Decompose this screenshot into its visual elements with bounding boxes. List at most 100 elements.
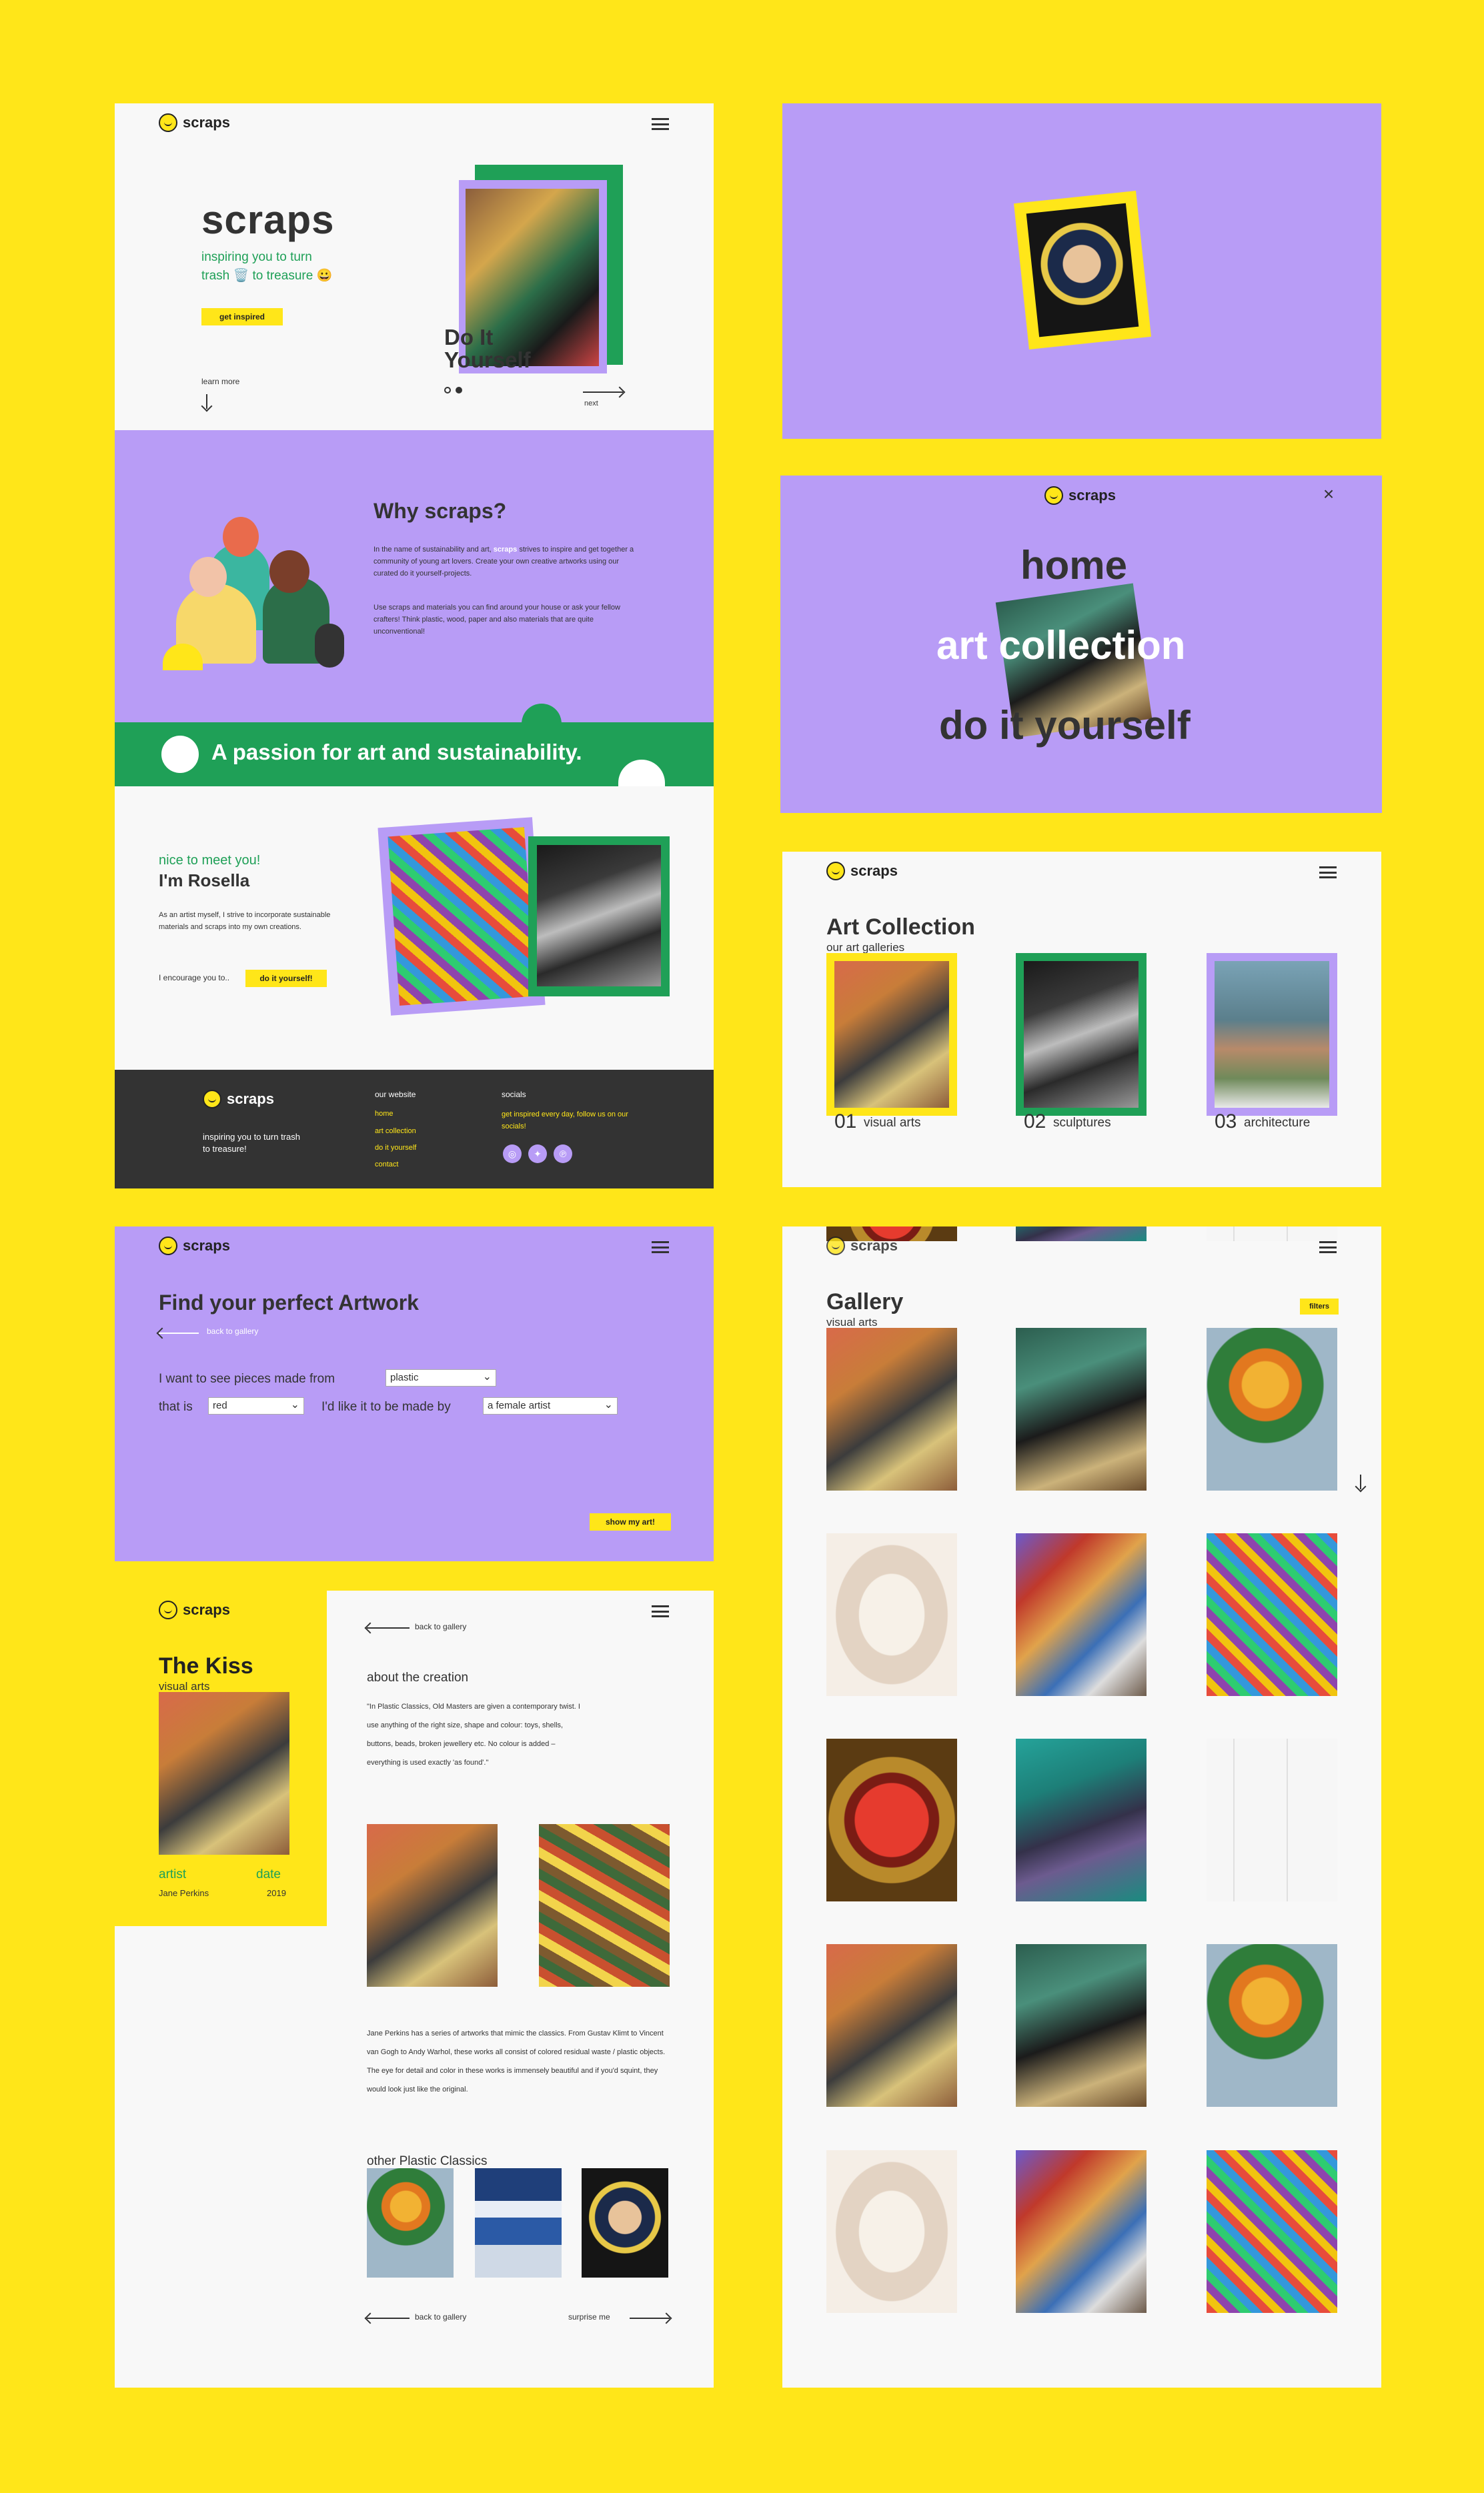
gallery-thumb[interactable] xyxy=(1016,1533,1147,1696)
why-paragraph-1: In the name of sustainability and art, s… xyxy=(374,546,634,578)
logo[interactable]: scraps xyxy=(159,1601,230,1619)
logo[interactable]: scraps xyxy=(159,113,230,132)
learn-more-link[interactable]: learn more xyxy=(201,377,239,386)
detail-back-link[interactable]: back to gallery xyxy=(415,1622,466,1631)
back-arrow-icon[interactable] xyxy=(367,1627,410,1629)
back-arrow-icon-2[interactable] xyxy=(367,2318,410,2319)
footer-link-home[interactable]: home xyxy=(375,1110,394,1118)
other-image-3 xyxy=(582,2168,668,2278)
category-image-architecture[interactable] xyxy=(1215,961,1329,1108)
menu-item-home[interactable]: home xyxy=(1020,542,1127,588)
gallery-thumb[interactable] xyxy=(1016,1328,1147,1491)
diy-button[interactable]: do it yourself! xyxy=(245,970,327,987)
menu-icon[interactable] xyxy=(1319,1241,1337,1253)
next-link[interactable]: next xyxy=(584,399,598,407)
gallery-thumb[interactable] xyxy=(826,1944,957,2107)
gallery-thumb[interactable] xyxy=(1016,1944,1147,2107)
other-image-1 xyxy=(367,2168,454,2278)
material-select[interactable]: plastic xyxy=(386,1369,496,1387)
logo-icon xyxy=(1044,486,1063,505)
gallery-thumb-partial-2[interactable] xyxy=(1016,1226,1147,1241)
gallery-thumb[interactable] xyxy=(1207,1739,1337,1901)
slide-dot-1[interactable] xyxy=(444,387,451,393)
maker-select[interactable]: a female artist xyxy=(483,1397,618,1415)
pinterest-icon[interactable]: ℗ xyxy=(554,1144,572,1163)
logo[interactable]: scraps xyxy=(826,1236,898,1255)
gallery-thumb-partial-3[interactable] xyxy=(1207,1226,1337,1241)
back-arrow-icon[interactable] xyxy=(159,1333,199,1334)
home-screen: scraps scraps inspiring you to turn tras… xyxy=(115,103,714,430)
logo-icon xyxy=(203,1090,221,1108)
category-label-2[interactable]: sculptures xyxy=(1053,1116,1111,1130)
slide-caption-1: Do It xyxy=(444,325,494,349)
about-paragraph: As an artist myself, I strive to incorpo… xyxy=(159,911,331,931)
menu-item-diy[interactable]: do it yourself xyxy=(939,702,1191,748)
menu-icon[interactable] xyxy=(652,1241,669,1253)
banner: A passion for art and sustainability. xyxy=(115,722,714,786)
gallery-thumb[interactable] xyxy=(1207,1944,1337,2107)
footer-link-diy[interactable]: do it yourself xyxy=(375,1144,416,1152)
color-select[interactable]: red xyxy=(208,1397,304,1415)
collection-title: Art Collection xyxy=(826,914,975,940)
gallery-thumb[interactable] xyxy=(1016,1739,1147,1901)
date-label: date xyxy=(256,1867,281,1881)
gallery-subtitle: visual arts xyxy=(826,1316,878,1329)
slide-dot-2[interactable] xyxy=(456,387,462,393)
gallery-thumb[interactable] xyxy=(1207,1533,1337,1696)
menu-icon[interactable] xyxy=(1319,866,1337,878)
gallery-thumb[interactable] xyxy=(1207,2150,1337,2313)
close-icon[interactable]: × xyxy=(1321,485,1337,504)
category-image-visual[interactable] xyxy=(834,961,949,1108)
menu-icon[interactable] xyxy=(652,118,669,130)
gallery-thumb[interactable] xyxy=(826,1739,957,1901)
get-inspired-button[interactable]: get inspired xyxy=(201,308,283,325)
category-num-3: 03 xyxy=(1215,1110,1237,1132)
footer-link-collection[interactable]: art collection xyxy=(375,1127,416,1135)
menu-icon[interactable] xyxy=(652,1605,669,1617)
twitter-icon[interactable]: ✦ xyxy=(528,1144,547,1163)
category-label-3[interactable]: architecture xyxy=(1244,1116,1310,1130)
logo[interactable]: scraps xyxy=(1044,486,1116,505)
finder-back-link[interactable]: back to gallery xyxy=(207,1327,258,1336)
banner-text: A passion for art and sustainability. xyxy=(211,740,582,764)
artwork-title: The Kiss xyxy=(159,1653,253,1679)
gallery-thumb[interactable] xyxy=(1016,2150,1147,2313)
finder-line-1: I want to see pieces made from xyxy=(159,1372,335,1386)
show-my-art-button[interactable]: show my art! xyxy=(590,1513,671,1531)
logo-text: scraps xyxy=(850,1237,898,1254)
footer-link-contact[interactable]: contact xyxy=(375,1160,398,1168)
collection-subtitle: our art galleries xyxy=(826,941,905,954)
other-classics-heading: other Plastic Classics xyxy=(367,2154,488,2168)
menu-item-collection[interactable]: art collection xyxy=(936,622,1185,668)
logo[interactable]: scraps xyxy=(826,862,898,880)
creation-image-1 xyxy=(367,1824,498,1987)
about-section: nice to meet you! I'm Rosella As an arti… xyxy=(115,786,714,1070)
category-image-sculpture[interactable] xyxy=(1024,961,1139,1108)
artwork-category: visual arts xyxy=(159,1680,210,1693)
logo-text: scraps xyxy=(850,862,898,879)
about-greeting: nice to meet you! xyxy=(159,853,261,868)
gallery-thumb[interactable] xyxy=(826,1328,957,1491)
illustration-people xyxy=(163,510,363,677)
gallery-thumb[interactable] xyxy=(1207,1328,1337,1491)
about-name: I'm Rosella xyxy=(159,870,250,890)
gallery-thumb[interactable] xyxy=(826,2150,957,2313)
gallery-thumb[interactable] xyxy=(826,1533,957,1696)
logo-icon xyxy=(159,1236,177,1255)
scroll-down-head xyxy=(1355,1481,1367,1493)
artwork-date: 2019 xyxy=(267,1888,286,1898)
logo[interactable]: scraps xyxy=(159,1236,230,1255)
hero-tagline-2: trash 🗑️ to treasure 😀 xyxy=(201,269,333,283)
surprise-me-link[interactable]: surprise me xyxy=(568,2312,610,2322)
leaf-decoration xyxy=(522,704,562,722)
footer-tagline: inspiring you to turn trash to treasure! xyxy=(203,1132,300,1154)
surprise-arrow-icon[interactable] xyxy=(630,2318,670,2319)
instagram-icon[interactable]: ◎ xyxy=(503,1144,522,1163)
next-arrow-icon[interactable] xyxy=(583,391,623,393)
filters-button[interactable]: filters xyxy=(1300,1299,1339,1315)
category-label-1[interactable]: visual arts xyxy=(864,1116,921,1130)
detail-back-link-2[interactable]: back to gallery xyxy=(415,2312,466,2322)
footer-logo[interactable]: scraps xyxy=(203,1090,274,1108)
logo-icon xyxy=(159,1601,177,1619)
finder-title: Find your perfect Artwork xyxy=(159,1291,419,1315)
